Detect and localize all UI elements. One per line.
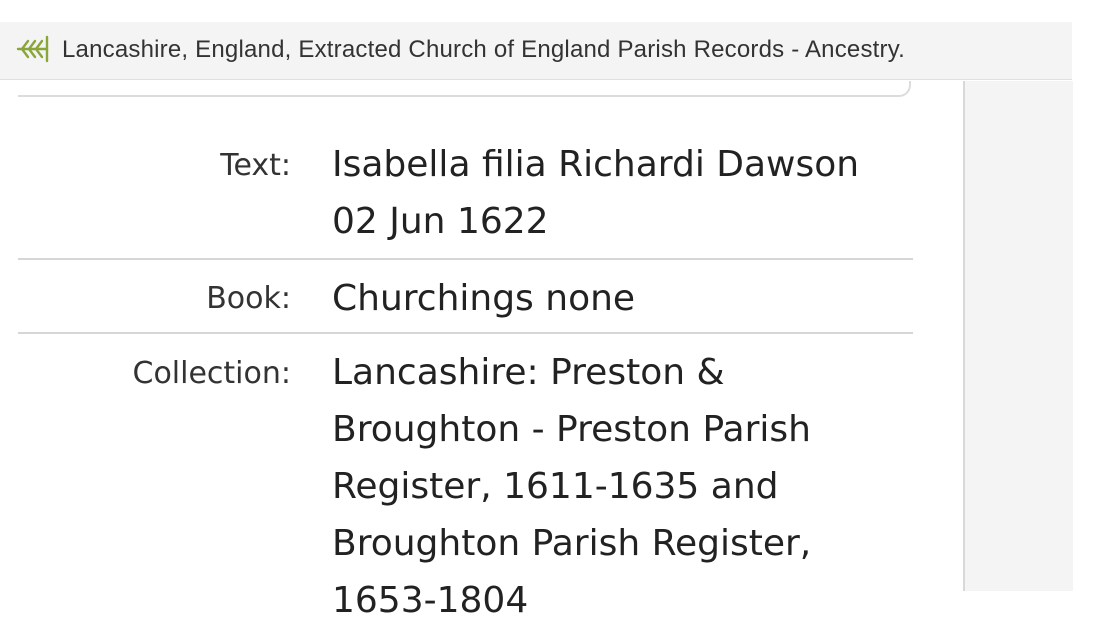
card-bottom-edge xyxy=(18,81,911,97)
row-label-collection: Collection: xyxy=(132,356,292,391)
row-divider xyxy=(18,258,913,260)
side-panel xyxy=(963,81,1073,591)
record-row-book: Book: Churchings none xyxy=(18,270,913,332)
record-row-collection: Collection: Lancashire: Preston & Brough… xyxy=(18,344,913,621)
row-value-collection: Lancashire: Preston & Broughton - Presto… xyxy=(332,352,812,621)
row-label-book: Book: xyxy=(206,281,291,316)
row-value-book: Churchings none xyxy=(332,278,636,319)
row-divider xyxy=(18,332,913,334)
row-value-text: Isabella filia Richardi Dawson 02 Jun 16… xyxy=(332,144,860,242)
record-row-text: Text: Isabella filia Richardi Dawson 02 … xyxy=(18,138,913,258)
ancestry-leaf-icon xyxy=(16,34,50,64)
row-label-text: Text: xyxy=(220,148,291,183)
browser-tab[interactable]: Lancashire, England, Extracted Church of… xyxy=(0,22,1072,80)
tab-title: Lancashire, England, Extracted Church of… xyxy=(62,36,905,63)
